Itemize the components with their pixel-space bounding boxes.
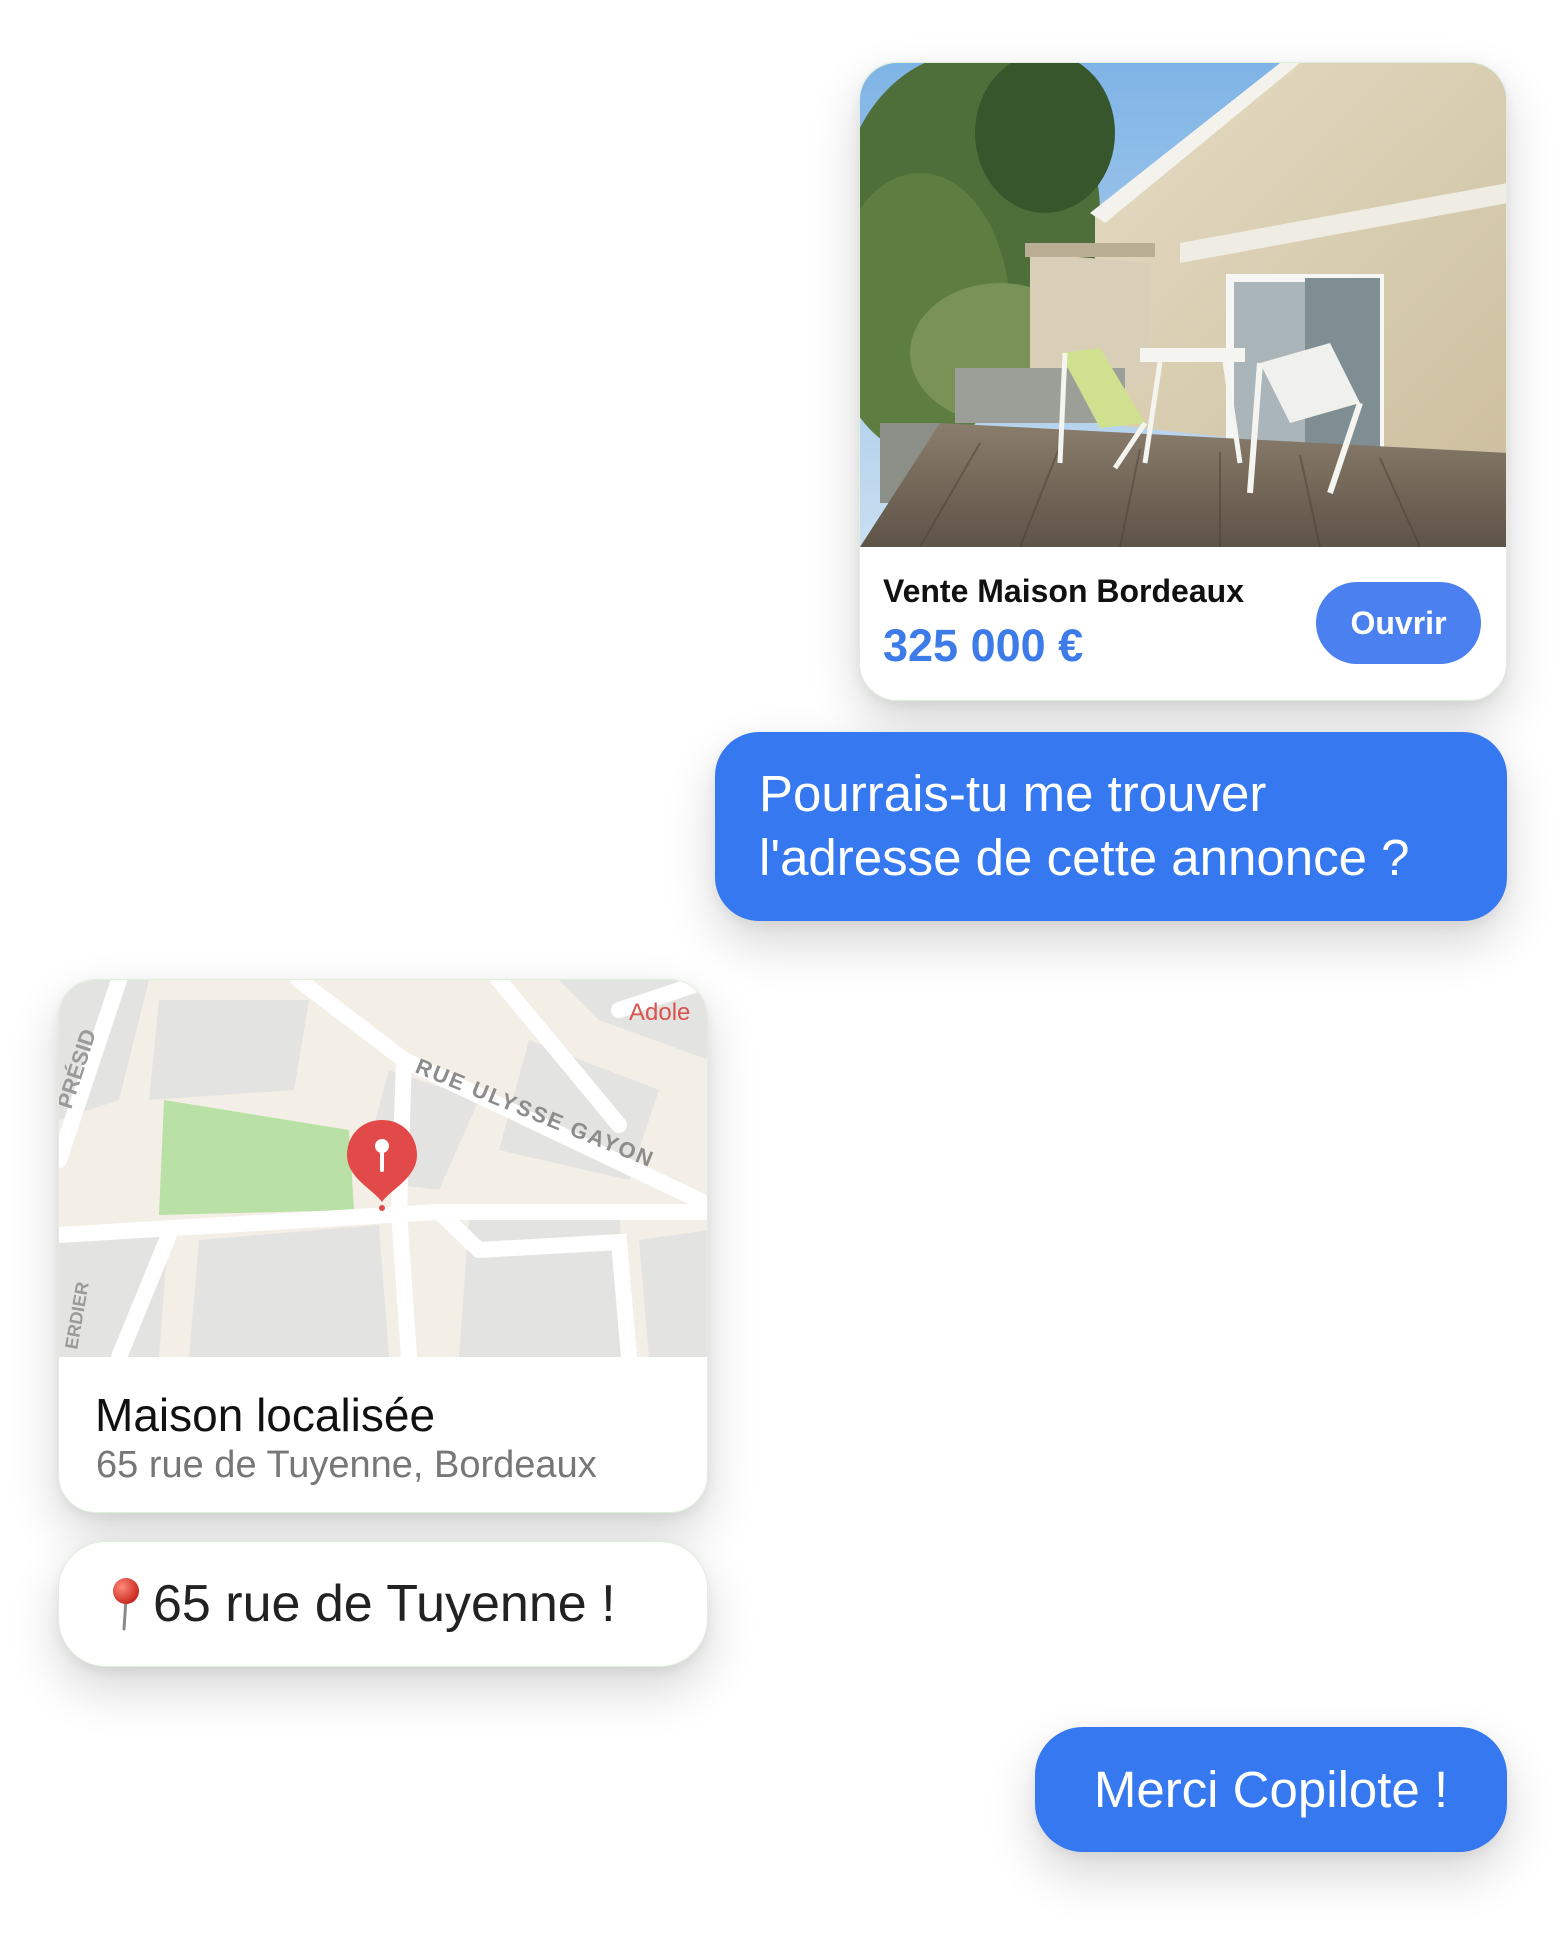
map-view[interactable]: RUE ULYSSE GAYON Adole PRÉSID ERDIER [59, 980, 708, 1357]
reply-text: 65 rue de Tuyenne ! [153, 1575, 616, 1633]
user-thanks-bubble: Merci Copilote ! [1035, 1727, 1507, 1852]
user-question-bubble: Pourrais-tu me trouver l'adresse de cett… [715, 732, 1507, 921]
map-card-title: Maison localisée [95, 1389, 436, 1441]
poi-label: Adole [629, 999, 690, 1026]
house-terrace-photo [860, 63, 1506, 547]
question-line-2: l'adresse de cette annonce ? [759, 829, 1410, 886]
open-listing-button[interactable]: Ouvrir [1316, 582, 1481, 664]
question-line-1: Pourrais-tu me trouver [759, 765, 1267, 822]
map-location-card[interactable]: RUE ULYSSE GAYON Adole PRÉSID ERDIER Mai… [58, 979, 708, 1513]
round-pushpin-icon [113, 1578, 139, 1631]
listing-title: Vente Maison Bordeaux [883, 573, 1244, 609]
assistant-reply-bubble: 65 rue de Tuyenne ! [58, 1541, 708, 1667]
map-card-address: 65 rue de Tuyenne, Bordeaux [96, 1444, 597, 1486]
listing-price: 325 000 € [883, 620, 1084, 671]
